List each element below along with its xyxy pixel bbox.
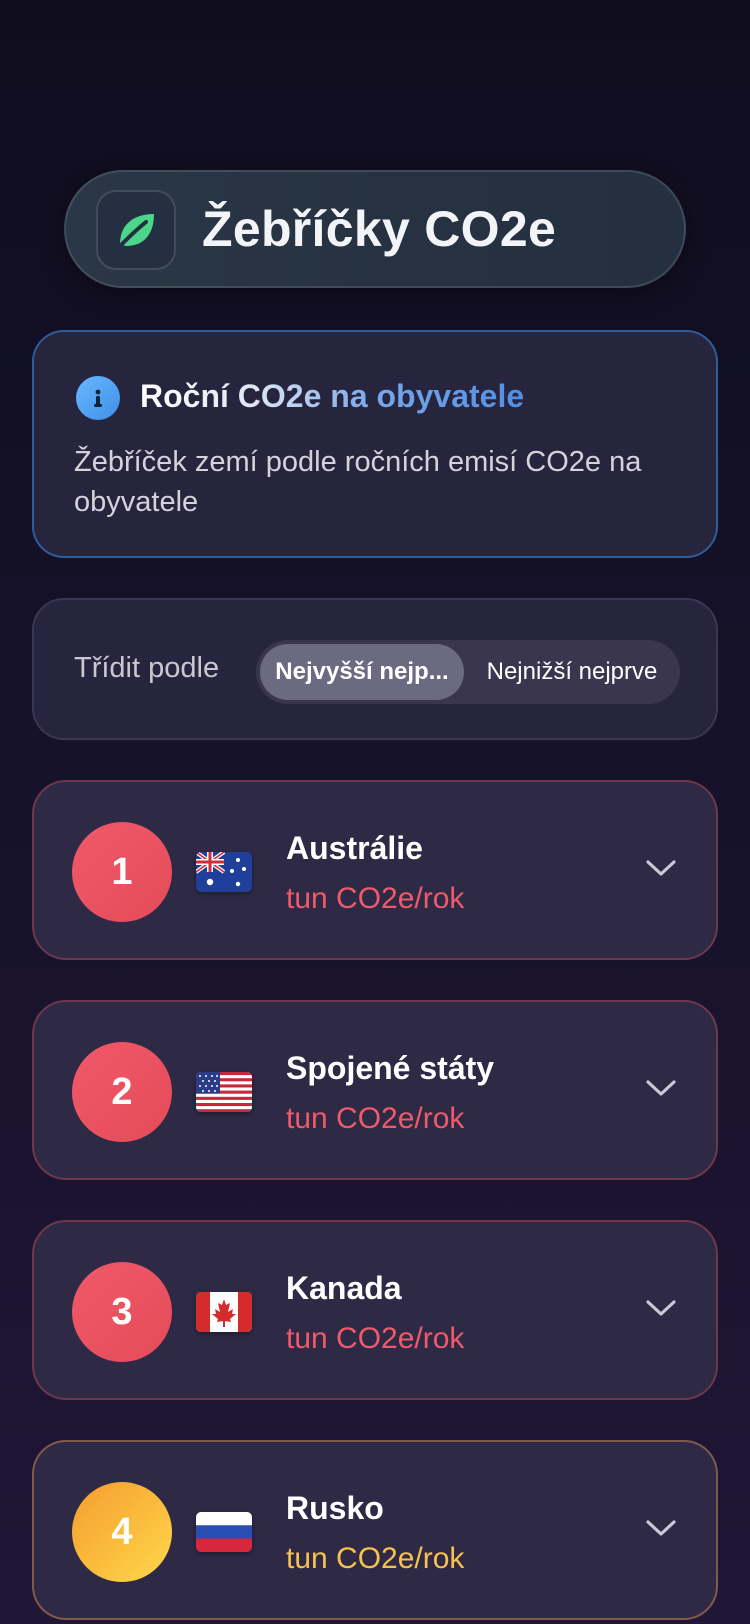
ranking-card[interactable]: 4 Rusko tun CO2e/rok: [32, 1440, 718, 1620]
sort-option-lowest-first[interactable]: Nejnižší nejprve: [466, 644, 678, 700]
info-icon: [76, 376, 120, 420]
country-name: Austrálie: [286, 830, 423, 866]
emission-unit: tun CO2e/rok: [286, 1542, 465, 1575]
ranking-card[interactable]: 1 Austrálie tun CO2e/rok: [32, 780, 718, 960]
rank-badge: 3: [72, 1262, 172, 1362]
sort-option-highest-first[interactable]: Nejvyšší nejp...: [260, 644, 464, 700]
sort-card: Třídit podle Nejvyšší nejp... Nejnižší n…: [32, 598, 718, 740]
country-name: Spojené státy: [286, 1050, 495, 1086]
emission-unit: tun CO2e/rok: [286, 1102, 465, 1135]
russia-flag-icon: [196, 1512, 252, 1552]
sort-label: Třídit podle: [74, 652, 220, 684]
ranking-card[interactable]: 2 Spojené státy tun CO2e/rok: [32, 1000, 718, 1180]
app-title: Žebříčky CO2e: [202, 201, 557, 257]
rank-badge: 1: [72, 822, 172, 922]
leaf-icon: [96, 190, 176, 270]
app-header: Žebříčky CO2e: [64, 170, 686, 288]
info-title: Roční CO2e na obyvatele: [140, 378, 525, 414]
info-card: Roční CO2e na obyvatele Žebříček zemí po…: [32, 330, 718, 558]
chevron-down-icon[interactable]: [644, 1516, 678, 1540]
rank-badge: 4: [72, 1482, 172, 1582]
country-name: Rusko: [286, 1490, 384, 1526]
ranking-card[interactable]: 3 Kanada tun CO2e/rok: [32, 1220, 718, 1400]
canada-flag-icon: [196, 1292, 252, 1332]
chevron-down-icon[interactable]: [644, 856, 678, 880]
usa-flag-icon: [196, 1072, 252, 1112]
australia-flag-icon: [196, 852, 252, 892]
emission-unit: tun CO2e/rok: [286, 882, 465, 915]
sort-segmented-control: Nejvyšší nejp... Nejnižší nejprve: [256, 640, 680, 704]
chevron-down-icon[interactable]: [644, 1296, 678, 1320]
country-name: Kanada: [286, 1270, 402, 1306]
emission-unit: tun CO2e/rok: [286, 1322, 465, 1355]
info-description: Žebříček zemí podle ročních emisí CO2e n…: [74, 446, 642, 518]
rank-badge: 2: [72, 1042, 172, 1142]
chevron-down-icon[interactable]: [644, 1076, 678, 1100]
